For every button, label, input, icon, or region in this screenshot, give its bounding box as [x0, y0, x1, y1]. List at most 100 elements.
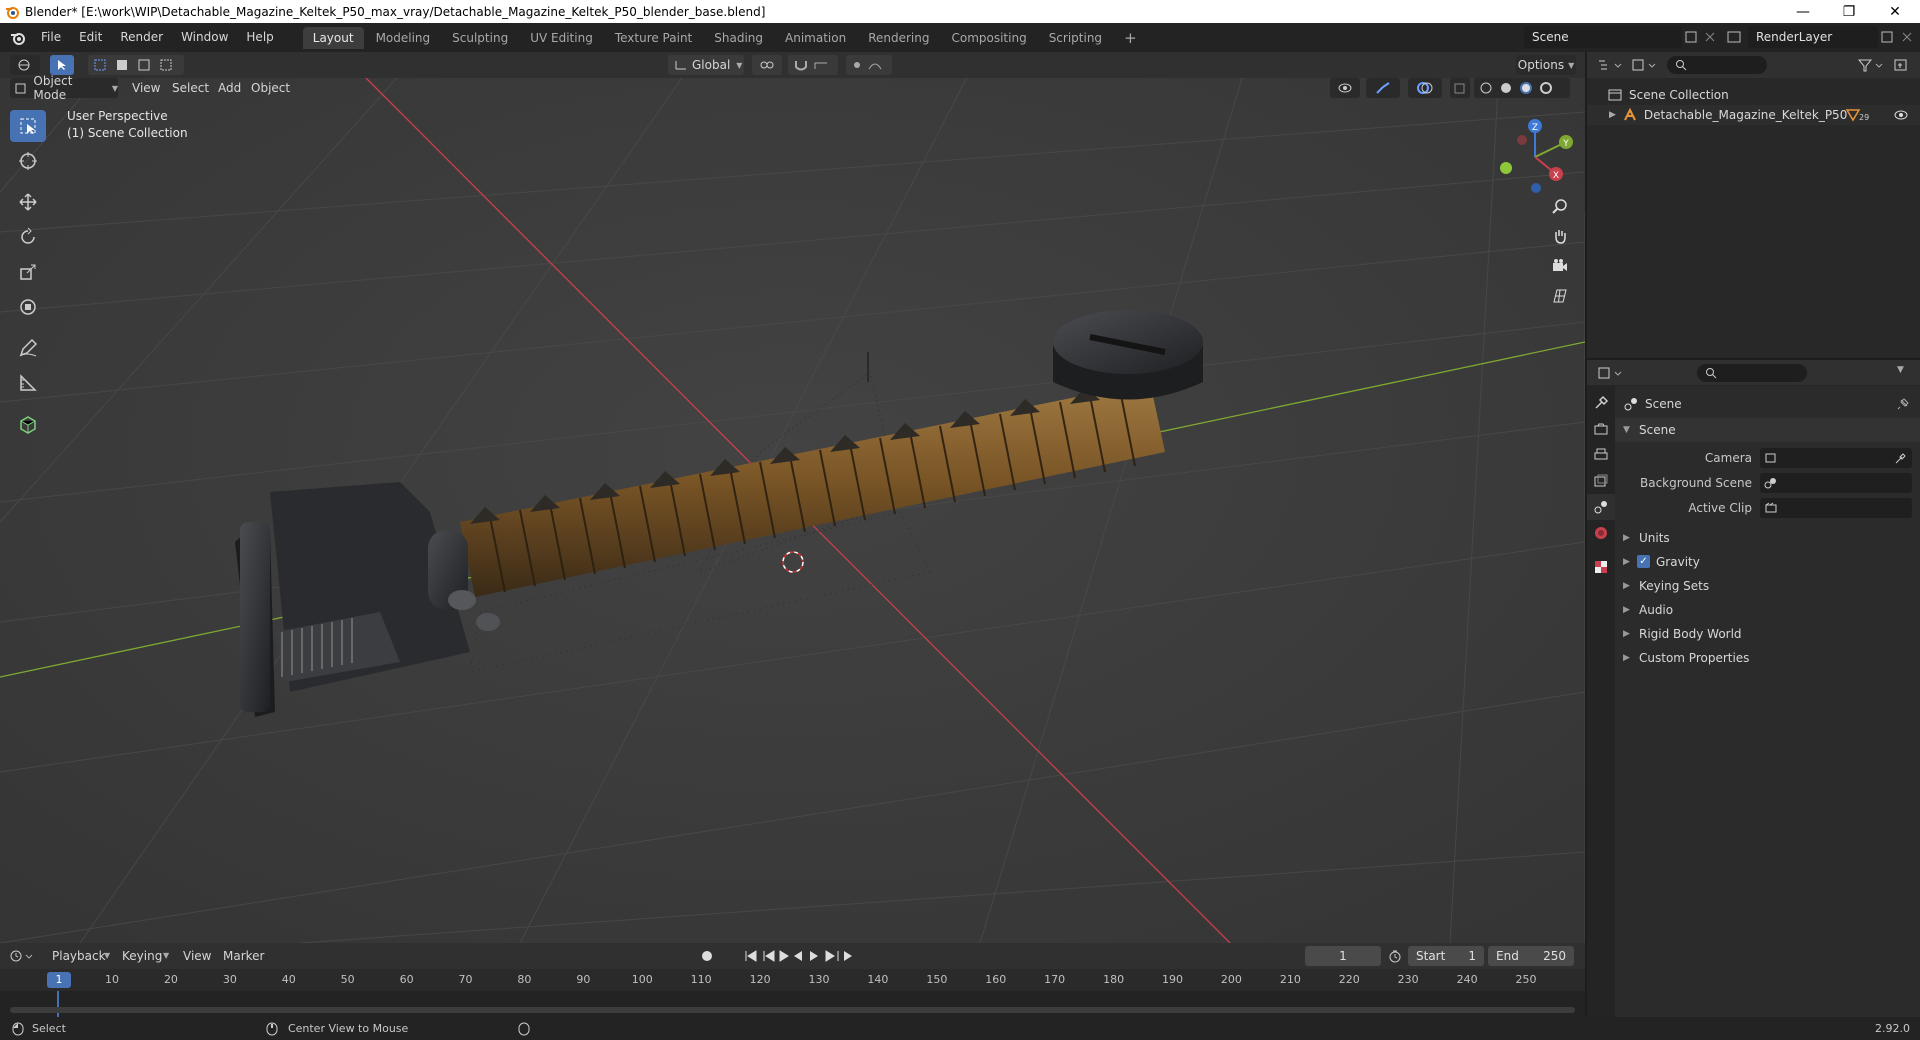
scale-tool-button[interactable] [10, 256, 46, 288]
properties-editor-icon[interactable] [1597, 366, 1623, 380]
viewport-menu-view[interactable]: View [132, 78, 160, 98]
tab-sculpting[interactable]: Sculpting [442, 27, 518, 49]
close-button[interactable]: ✕ [1872, 0, 1918, 23]
tab-tool[interactable] [1587, 390, 1615, 416]
outliner-editor-icon[interactable] [1597, 58, 1623, 72]
playback-controls[interactable] [744, 949, 854, 963]
timeline-menu-keying[interactable]: Keying [122, 946, 162, 966]
units-panel-header[interactable]: ▶ Units [1615, 526, 1920, 550]
menu-render[interactable]: Render [111, 23, 172, 52]
menu-file[interactable]: File [32, 23, 70, 52]
filter-icon[interactable] [1857, 58, 1885, 72]
visibility-dropdown[interactable] [1330, 78, 1360, 98]
chevron-down-icon[interactable]: ▼ [1897, 365, 1904, 375]
pan-view-button[interactable] [1546, 222, 1574, 250]
custom-properties-panel-header[interactable]: ▶ Custom Properties [1615, 646, 1920, 670]
tab-view-layer[interactable] [1587, 468, 1615, 494]
viewport-menu-object[interactable]: Object [251, 78, 290, 98]
tab-animation[interactable]: Animation [775, 27, 856, 49]
blender-menu-icon[interactable] [10, 30, 26, 46]
tab-layout[interactable]: Layout [302, 26, 364, 49]
ortho-view-button[interactable] [1546, 282, 1574, 310]
remove-scene-icon[interactable] [1703, 30, 1717, 44]
tab-shading[interactable]: Shading [704, 27, 773, 49]
options-dropdown[interactable]: Options ▼ [1516, 55, 1576, 75]
menu-window[interactable]: Window [172, 23, 237, 52]
tab-scripting[interactable]: Scripting [1039, 27, 1112, 49]
zoom-view-button[interactable] [1546, 192, 1574, 220]
menu-edit[interactable]: Edit [70, 23, 111, 52]
timeline-menu-playback[interactable]: Playback [52, 946, 106, 966]
timeline-ruler[interactable]: 1 10 20 30 40 50 60 70 80 90 100 110 120 130 140 150 160… [0, 969, 1585, 991]
pin-icon[interactable] [1896, 397, 1910, 411]
render-layer-selector[interactable]: RenderLayer [1748, 26, 1878, 48]
timeline-editor-icon[interactable] [10, 949, 36, 963]
scene-panel-header[interactable]: ▼ Scene [1615, 418, 1920, 442]
properties-search-input[interactable] [1697, 364, 1807, 382]
measure-tool-button[interactable] [10, 367, 46, 399]
tab-texture-paint[interactable]: Texture Paint [605, 27, 702, 49]
new-layer-icon[interactable] [1880, 30, 1894, 44]
select-tool-button[interactable] [10, 110, 46, 142]
select-tweak-button[interactable] [50, 55, 74, 75]
timeline-menu-view[interactable]: View [183, 946, 211, 966]
stopwatch-icon[interactable] [1388, 949, 1402, 963]
cursor-tool-button[interactable] [10, 145, 46, 177]
remove-layer-icon[interactable] [1900, 30, 1914, 44]
tab-modeling[interactable]: Modeling [366, 27, 441, 49]
timeline-menu-marker[interactable]: Marker [223, 946, 264, 966]
gizmo-toggle[interactable] [1366, 78, 1400, 98]
end-frame-field[interactable]: End 250 [1488, 946, 1574, 966]
tab-scene[interactable] [1587, 494, 1615, 520]
timeline-scrollbar[interactable] [10, 1007, 1575, 1013]
proportional-edit-toggle[interactable] [846, 55, 892, 75]
camera-field[interactable] [1760, 448, 1912, 468]
new-scene-icon[interactable] [1684, 30, 1698, 44]
audio-panel-header[interactable]: ▶ Audio [1615, 598, 1920, 622]
current-frame-field[interactable]: 1 [1305, 946, 1381, 966]
tab-output[interactable] [1587, 442, 1615, 468]
move-tool-button[interactable] [10, 186, 46, 218]
tab-rendering[interactable]: Rendering [858, 27, 939, 49]
minimize-button[interactable]: — [1780, 0, 1826, 23]
new-collection-icon[interactable] [1893, 57, 1909, 73]
tab-render[interactable] [1587, 416, 1615, 442]
snap-toggle[interactable] [788, 55, 838, 75]
editor-type-button[interactable] [10, 55, 40, 75]
display-mode-icon[interactable] [1631, 58, 1657, 72]
tab-uv-editing[interactable]: UV Editing [520, 27, 603, 49]
menu-help[interactable]: Help [237, 23, 282, 52]
add-workspace-button[interactable]: + [1114, 27, 1147, 49]
annotate-tool-button[interactable] [10, 332, 46, 364]
start-frame-field[interactable]: Start 1 [1408, 946, 1484, 966]
gravity-panel-header[interactable]: ▶ ✓ Gravity [1615, 550, 1920, 574]
expand-arrow-icon[interactable]: ▶ [1609, 110, 1616, 120]
pivot-point-dropdown[interactable] [752, 55, 782, 75]
mode-dropdown[interactable]: Object Mode ▼ [10, 74, 118, 102]
xray-toggle[interactable] [1450, 78, 1470, 98]
gravity-checkbox[interactable]: ✓ [1637, 555, 1650, 568]
selection-mode-buttons[interactable] [88, 55, 184, 75]
eye-icon[interactable] [1893, 108, 1909, 122]
shading-mode-buttons[interactable] [1474, 78, 1570, 98]
outliner-row-scene-collection[interactable]: Scene Collection [1587, 85, 1920, 105]
outliner-search-input[interactable] [1667, 56, 1767, 74]
viewport-menu-add[interactable]: Add [218, 78, 241, 98]
background-scene-field[interactable] [1760, 473, 1912, 493]
navigation-gizmo[interactable]: Z Y X [1490, 112, 1580, 202]
restore-button[interactable]: ❐ [1826, 0, 1872, 23]
eyedropper-icon[interactable] [1894, 451, 1908, 465]
3d-viewport[interactable]: Global ▼ Options ▼ Object Mode ▼ View Se… [0, 52, 1585, 943]
transform-orientation-dropdown[interactable]: Global ▼ [668, 55, 744, 75]
transform-tool-button[interactable] [10, 291, 46, 323]
add-cube-tool-button[interactable] [10, 408, 46, 440]
viewport-menu-select[interactable]: Select [172, 78, 209, 98]
tab-compositing[interactable]: Compositing [941, 27, 1036, 49]
scene-selector[interactable]: Scene [1524, 26, 1682, 48]
tab-world[interactable] [1587, 520, 1615, 546]
outliner-row-object[interactable]: ▶ Detachable_Magazine_Keltek_P50 29 [1587, 105, 1920, 125]
camera-view-button[interactable] [1546, 252, 1574, 280]
overlays-toggle[interactable] [1408, 78, 1442, 98]
rigid-body-world-panel-header[interactable]: ▶ Rigid Body World [1615, 622, 1920, 646]
tab-texture[interactable] [1587, 554, 1615, 580]
